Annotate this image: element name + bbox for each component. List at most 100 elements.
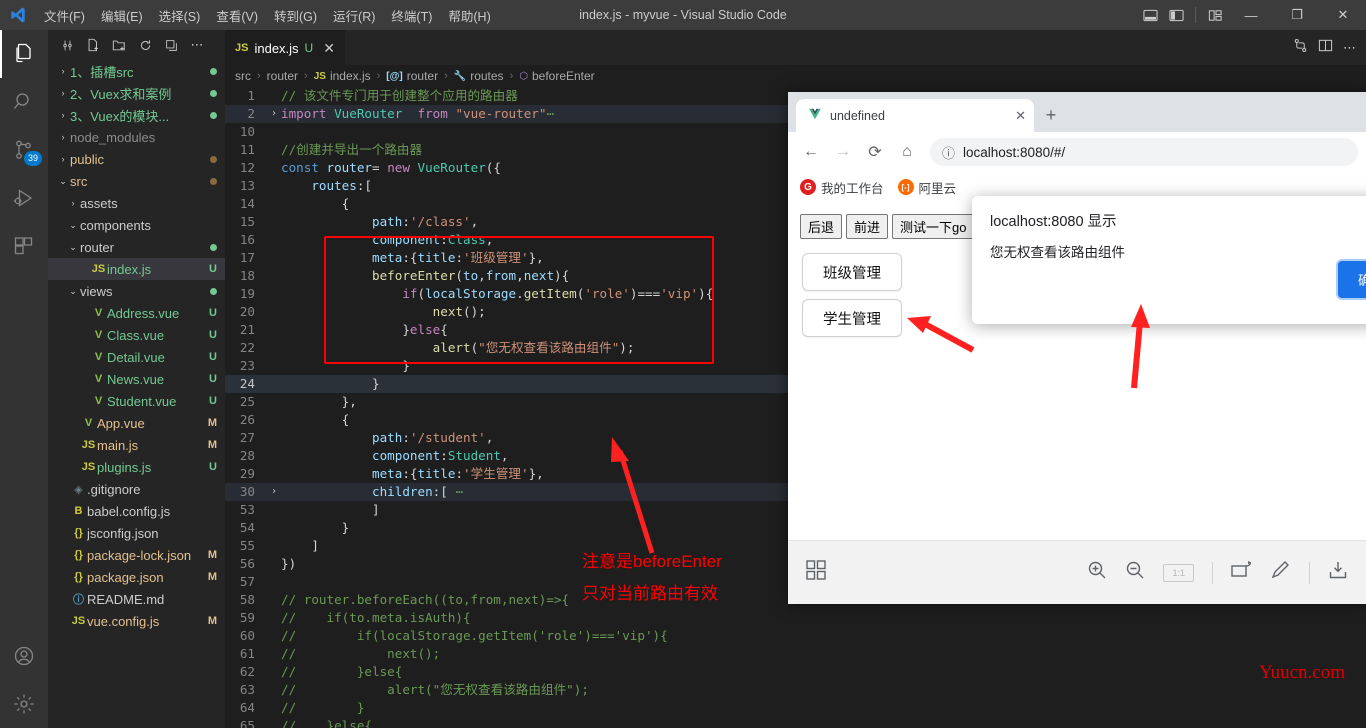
activity-item-extensions[interactable] — [0, 222, 48, 270]
title-bar-actions[interactable]: — ❐ ✕ — [1137, 0, 1366, 30]
tree-item-student.vue[interactable]: V Student.vue U — [48, 390, 225, 412]
page-forward-button[interactable]: 前进 — [846, 214, 889, 239]
breadcrumb-item[interactable]: JS index.js — [314, 69, 371, 83]
file-tree[interactable]: › 1、插槽src › 2、Vuex求和案例 › 3、Vuex的模块... › node_mo… — [48, 60, 225, 632]
tree-item-vue.config.js[interactable]: JS vue.config.js M — [48, 610, 225, 632]
tree-item-public[interactable]: › public — [48, 148, 225, 170]
tree-item-news.vue[interactable]: V News.vue U — [48, 368, 225, 390]
window-close-button[interactable]: ✕ — [1320, 0, 1366, 30]
more-actions-icon[interactable]: ⋯ — [188, 36, 206, 54]
rotate-icon[interactable] — [1231, 560, 1253, 585]
save-icon[interactable] — [1328, 560, 1348, 585]
tree-item-babel.config.js[interactable]: Bbabel.config.js — [48, 500, 225, 522]
new-folder-icon[interactable] — [110, 36, 128, 54]
menu-item-run[interactable]: 运行(R) — [325, 2, 383, 29]
tree-item-src[interactable]: ⌄ src — [48, 170, 225, 192]
site-info-icon[interactable]: ⓘ — [942, 143, 955, 162]
collapse-icon[interactable] — [58, 36, 76, 54]
actual-size-icon[interactable]: 1:1 — [1163, 563, 1194, 582]
menu-item-help[interactable]: 帮助(H) — [440, 2, 498, 29]
window-minimize-button[interactable]: — — [1228, 0, 1274, 30]
tree-item-package.json[interactable]: {} package.json M — [48, 566, 225, 588]
bookmark-item[interactable]: [-] 阿里云 — [897, 178, 956, 197]
chevron-down-icon[interactable]: ⌄ — [66, 286, 80, 297]
split-editor-icon[interactable] — [1318, 38, 1333, 58]
activity-item-source-control[interactable]: 39 — [0, 126, 48, 174]
tree-item-router[interactable]: ⌄ router — [48, 236, 225, 258]
source-control-icon[interactable] — [1293, 38, 1308, 58]
activity-item-search[interactable] — [0, 78, 48, 126]
code-line[interactable]: 62 // }else{ — [225, 663, 1366, 681]
menu-item-select[interactable]: 选择(S) — [151, 2, 209, 29]
tree-item-app.vue[interactable]: V App.vue M — [48, 412, 225, 434]
explorer-toolbar[interactable]: ⋯ — [48, 30, 225, 60]
refresh-icon[interactable] — [136, 36, 154, 54]
tree-item-3vuex...[interactable]: › 3、Vuex的模块... — [48, 104, 225, 126]
home-button[interactable]: ⌂ — [892, 137, 922, 167]
fold-chevron-icon[interactable]: › — [267, 483, 281, 501]
edit-icon[interactable] — [1271, 560, 1291, 585]
browser-tab[interactable]: undefined ✕ — [796, 99, 1034, 132]
panel-layout-icon[interactable] — [1137, 0, 1163, 30]
breadcrumb-item[interactable]: ⬡ beforeEnter — [519, 69, 594, 83]
activity-item-accounts[interactable] — [0, 632, 48, 680]
back-button[interactable]: ← — [796, 137, 826, 167]
activity-item-run-debug[interactable] — [0, 174, 48, 222]
sidebar-layout-icon[interactable] — [1163, 0, 1189, 30]
zoom-in-icon[interactable] — [1087, 560, 1107, 585]
tree-item-2vuex[interactable]: › 2、Vuex求和案例 — [48, 82, 225, 104]
page-test-go-button[interactable]: 测试一下go — [892, 214, 975, 239]
reload-button[interactable]: ⟳ — [860, 137, 890, 167]
bookmark-item[interactable]: G 我的工作台 — [800, 178, 884, 197]
chevron-right-icon[interactable]: › — [56, 110, 70, 120]
activity-item-explorer[interactable] — [0, 30, 48, 78]
code-line[interactable]: 61 // next(); — [225, 645, 1366, 663]
code-line[interactable]: 63 // alert("您无权查看该路由组件"); — [225, 681, 1366, 699]
page-back-button[interactable]: 后退 — [800, 214, 843, 239]
chevron-right-icon[interactable]: › — [66, 198, 80, 208]
dialog-ok-button[interactable]: 确定 — [1337, 261, 1366, 298]
breadcrumb-item[interactable]: router — [267, 69, 298, 83]
forward-button[interactable]: → — [828, 137, 858, 167]
more-actions-icon[interactable]: ⋯ — [1343, 40, 1356, 56]
route-link-student[interactable]: 学生管理 — [802, 299, 902, 337]
menu-item-file[interactable]: 文件(F) — [36, 2, 93, 29]
tree-item-.gitignore[interactable]: ◈ .gitignore — [48, 478, 225, 500]
editor-actions[interactable]: ⋯ — [1293, 30, 1366, 65]
collapse-all-icon[interactable] — [162, 36, 180, 54]
tree-item-class.vue[interactable]: V Class.vue U — [48, 324, 225, 346]
window-maximize-button[interactable]: ❐ — [1274, 0, 1320, 30]
viewer-tools[interactable]: 1:1 — [1087, 560, 1348, 585]
tree-item-views[interactable]: ⌄ views — [48, 280, 225, 302]
tree-item-assets[interactable]: › assets — [48, 192, 225, 214]
tree-item-packagelock.json[interactable]: {} package-lock.json M — [48, 544, 225, 566]
menu-item-view[interactable]: 查看(V) — [208, 2, 266, 29]
chevron-down-icon[interactable]: ⌄ — [66, 242, 80, 253]
breadcrumb-item[interactable]: [@] router — [386, 69, 438, 83]
breadcrumb[interactable]: src › router › JS index.js › [@] router › 🔧 routes ›… — [225, 65, 1366, 87]
tree-item-1src[interactable]: › 1、插槽src — [48, 60, 225, 82]
breadcrumb-item[interactable]: src — [235, 69, 251, 83]
grid-icon[interactable] — [806, 560, 826, 585]
chevron-down-icon[interactable]: ⌄ — [66, 220, 80, 231]
chevron-right-icon[interactable]: › — [56, 88, 70, 98]
fold-chevron-icon[interactable]: › — [267, 105, 281, 123]
zoom-out-icon[interactable] — [1125, 560, 1145, 585]
code-line[interactable]: 60 // if(localStorage.getItem('role')==='… — [225, 627, 1366, 645]
menu-item-go[interactable]: 转到(G) — [266, 2, 325, 29]
close-icon[interactable]: ✕ — [323, 40, 335, 57]
route-link-class[interactable]: 班级管理 — [802, 253, 902, 291]
chevron-right-icon[interactable]: › — [56, 66, 70, 76]
activity-item-settings[interactable] — [0, 680, 48, 728]
code-line[interactable]: 65 // }else{ — [225, 717, 1366, 728]
tree-item-readme.md[interactable]: ⓘ README.md — [48, 588, 225, 610]
chevron-right-icon[interactable]: › — [56, 132, 70, 142]
close-icon[interactable]: ✕ — [1015, 108, 1026, 124]
tree-item-nodemodules[interactable]: › node_modules — [48, 126, 225, 148]
menu-item-edit[interactable]: 编辑(E) — [93, 2, 151, 29]
tree-item-address.vue[interactable]: V Address.vue U — [48, 302, 225, 324]
chevron-right-icon[interactable]: › — [56, 154, 70, 164]
code-line[interactable]: 59 // if(to.meta.isAuth){ — [225, 609, 1366, 627]
customize-layout-icon[interactable] — [1202, 0, 1228, 30]
tree-item-main.js[interactable]: JS main.js M — [48, 434, 225, 456]
